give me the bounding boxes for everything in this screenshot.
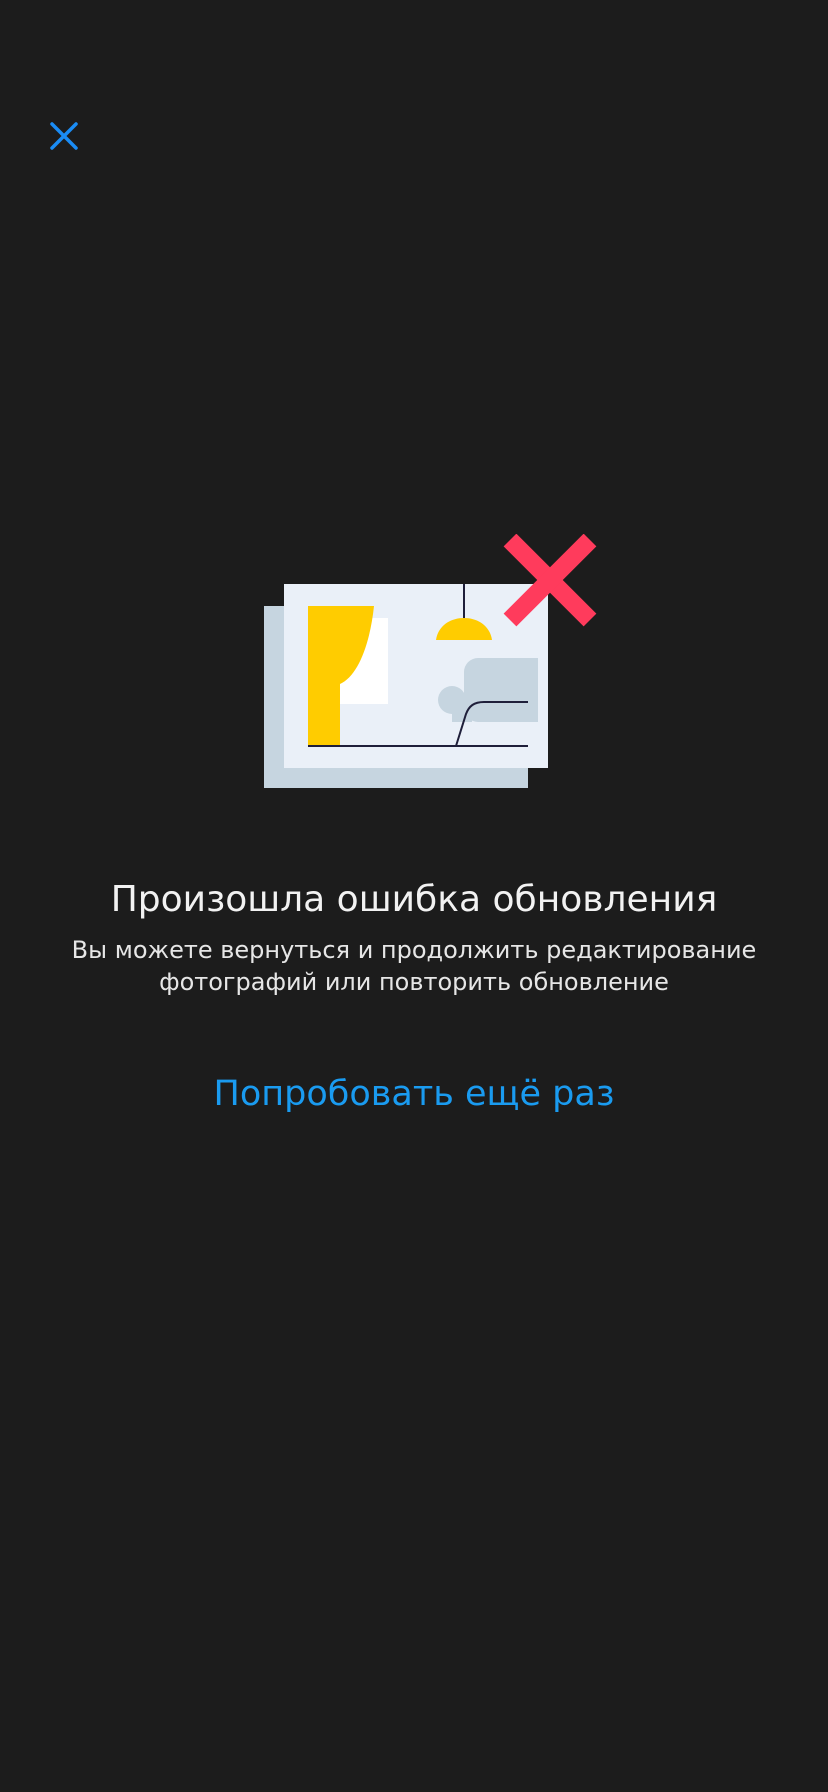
update-error-screen: Произошла ошибка обновления Вы можете ве… — [0, 0, 828, 1792]
error-message: Вы можете вернуться и продолжить редакти… — [71, 936, 757, 996]
error-cross-icon — [503, 534, 597, 627]
error-title: Произошла ошибка обновления — [110, 879, 718, 920]
close-button[interactable] — [36, 108, 92, 164]
retry-button[interactable]: Попробовать ещё раз — [0, 1068, 828, 1120]
photo-upload-error-illustration — [264, 534, 597, 788]
close-icon — [50, 122, 78, 150]
